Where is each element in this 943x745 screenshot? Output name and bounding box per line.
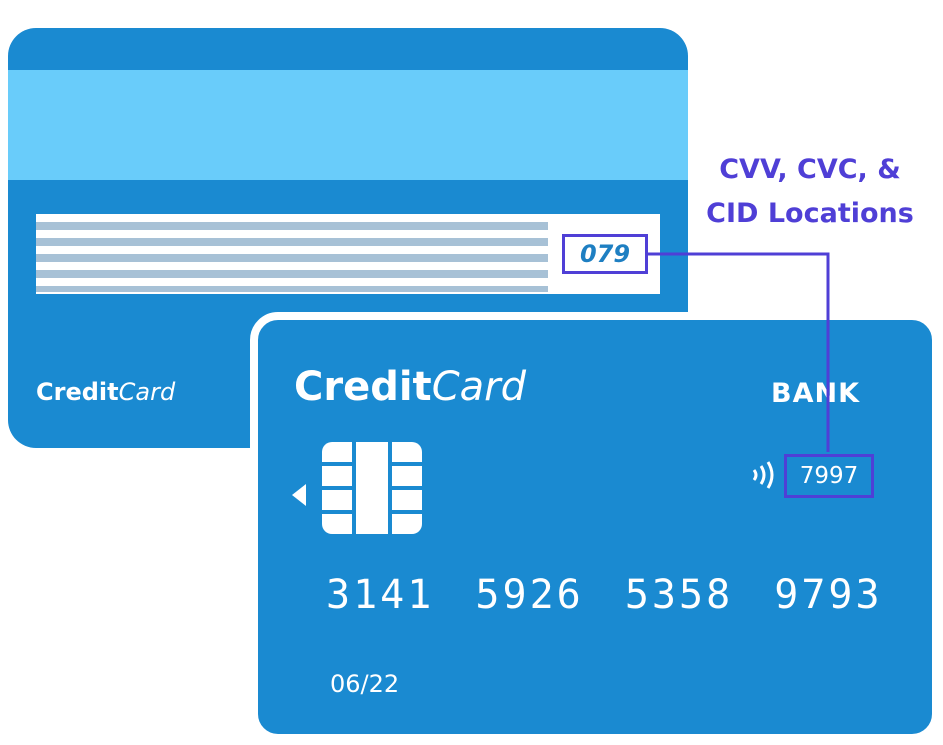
callout-label: CVV, CVC, & CID Locations	[700, 148, 920, 236]
connector-lines	[648, 252, 830, 452]
connector-line	[648, 252, 830, 452]
callout-line-2: CID Locations	[706, 198, 914, 229]
callout-line-1: CVV, CVC, &	[719, 154, 901, 185]
